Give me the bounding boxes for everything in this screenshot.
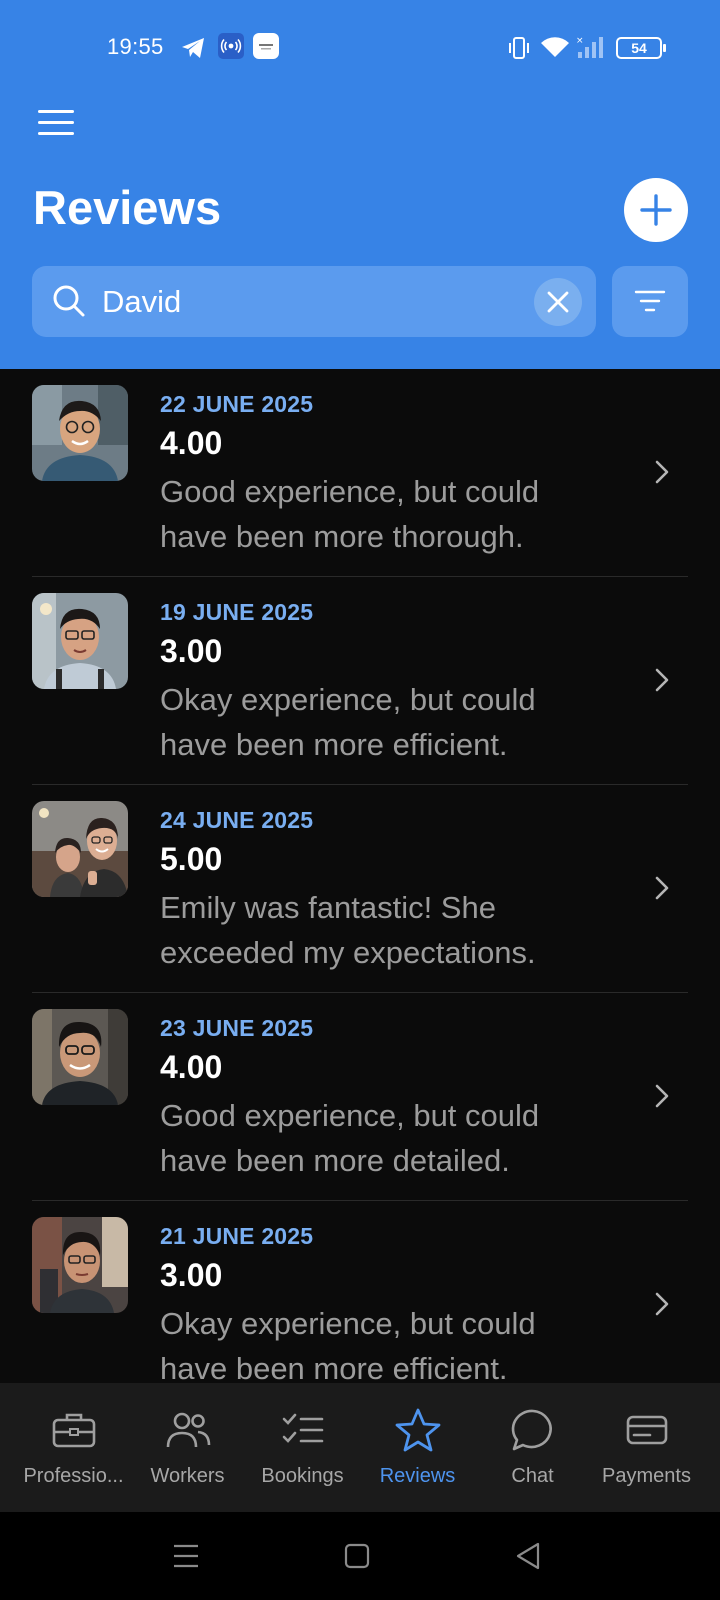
avatar	[32, 385, 128, 481]
credit-card-icon	[626, 1415, 668, 1445]
wifi-icon	[541, 37, 569, 57]
review-text: Good experience, but could have been mor…	[160, 474, 540, 554]
filter-icon	[634, 290, 666, 312]
briefcase-icon	[52, 1413, 96, 1448]
review-date: 24 JUNE 2025	[160, 807, 314, 833]
nav-workers[interactable]: Workers	[130, 1383, 245, 1512]
nav-chat[interactable]: Chat	[475, 1383, 590, 1512]
search-input[interactable]	[102, 266, 542, 337]
review-date: 23 JUNE 2025	[160, 1015, 314, 1041]
avatar	[32, 1217, 128, 1313]
nav-label: Payments	[602, 1465, 691, 1487]
avatar	[32, 593, 128, 689]
nav-label: Chat	[511, 1465, 554, 1487]
nav-label: Reviews	[379, 1465, 456, 1487]
status-time: 19:55	[107, 34, 164, 59]
chevron-right-icon	[655, 1292, 669, 1316]
nav-professionals[interactable]: Professio...	[16, 1383, 131, 1512]
review-item[interactable]: 24 JUNE 2025 5.00 Emily was fantastic! S…	[32, 785, 688, 993]
signal-icon: ×	[576, 36, 603, 58]
chevron-right-icon	[655, 876, 669, 900]
checklist-icon	[282, 1413, 324, 1443]
review-text: Good experience, but could have been mor…	[160, 1098, 540, 1178]
reviews-list: 22 JUNE 2025 4.00 Good experience, but c…	[0, 369, 720, 1383]
review-rating: 4.00	[160, 1049, 223, 1085]
review-item[interactable]: 21 JUNE 2025 3.00 Okay experience, but c…	[32, 1201, 688, 1383]
app-header: 19:55 × 54 Reviews David	[0, 0, 720, 369]
app-notification-icon	[253, 33, 279, 59]
review-item[interactable]: 19 JUNE 2025 3.00 Okay experience, but c…	[32, 577, 688, 785]
system-navigation-bar	[0, 1512, 720, 1600]
telegram-icon	[182, 38, 204, 58]
close-icon	[547, 291, 569, 313]
nav-bookings[interactable]: Bookings	[245, 1383, 360, 1512]
chevron-right-icon	[655, 668, 669, 692]
users-icon	[166, 1412, 211, 1448]
avatar	[32, 1009, 128, 1105]
nav-label: Workers	[150, 1465, 225, 1487]
review-rating: 4.00	[160, 425, 223, 461]
review-text: Okay experience, but could have been mor…	[160, 682, 536, 762]
plus-icon	[640, 194, 672, 226]
review-rating: 5.00	[160, 841, 223, 877]
nav-payments[interactable]: Payments	[589, 1383, 704, 1512]
chevron-right-icon	[655, 1084, 669, 1108]
recents-icon[interactable]	[170, 1540, 202, 1572]
review-date: 19 JUNE 2025	[160, 599, 314, 625]
review-date: 21 JUNE 2025	[160, 1223, 314, 1249]
filter-button[interactable]	[612, 266, 688, 337]
chat-bubble-icon	[511, 1409, 552, 1451]
chevron-right-icon	[655, 460, 669, 484]
add-review-button[interactable]	[624, 178, 688, 242]
battery-level: 54	[631, 40, 647, 56]
nav-reviews[interactable]: Reviews	[360, 1383, 475, 1512]
back-icon[interactable]	[512, 1540, 544, 1572]
avatar	[32, 801, 128, 897]
star-icon	[395, 1408, 441, 1452]
review-item[interactable]: 23 JUNE 2025 4.00 Good experience, but c…	[32, 993, 688, 1201]
review-rating: 3.00	[160, 1257, 223, 1293]
clear-search-button[interactable]	[534, 278, 582, 326]
search-bar	[32, 266, 596, 337]
svg-text:×: ×	[576, 36, 584, 46]
review-rating: 3.00	[160, 633, 223, 669]
nav-label: Professio...	[23, 1465, 124, 1487]
review-text: Emily was fantastic! She exceeded my exp…	[160, 890, 536, 970]
home-icon[interactable]	[341, 1540, 373, 1572]
review-text: Okay experience, but could have been mor…	[160, 1306, 536, 1383]
hamburger-menu-icon[interactable]	[36, 107, 76, 137]
review-item[interactable]: 22 JUNE 2025 4.00 Good experience, but c…	[32, 369, 688, 577]
vibrate-icon	[509, 37, 529, 59]
nav-label: Bookings	[261, 1465, 344, 1487]
bottom-navigation: Professio... Workers Bookings Reviews Ch…	[0, 1383, 720, 1512]
search-icon	[53, 285, 85, 317]
battery-icon: 54	[616, 37, 666, 59]
status-bar: 19:55 × 54	[0, 30, 720, 66]
review-date: 22 JUNE 2025	[160, 391, 314, 417]
page-title: Reviews	[33, 181, 222, 234]
broadcast-icon	[218, 33, 244, 59]
